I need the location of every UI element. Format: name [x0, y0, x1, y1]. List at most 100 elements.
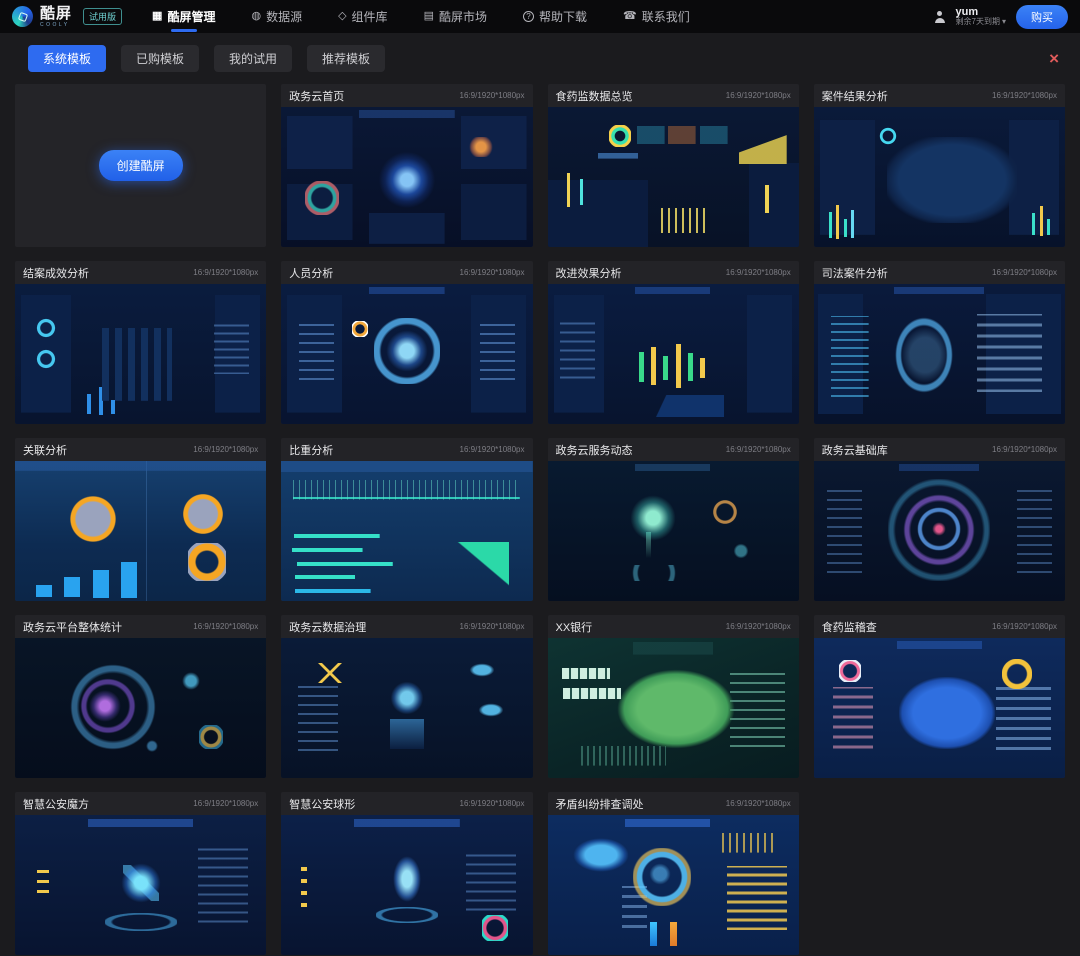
template-size: 16:9/1920*1080px	[726, 445, 791, 454]
template-size: 16:9/1920*1080px	[726, 622, 791, 631]
template-size: 16:9/1920*1080px	[726, 91, 791, 100]
template-size: 16:9/1920*1080px	[193, 799, 258, 808]
template-title: 政务云首页	[289, 88, 344, 104]
template-title: 食药监稽查	[822, 619, 877, 635]
template-card[interactable]: XX银行 16:9/1920*1080px	[548, 615, 799, 778]
nav-item-2[interactable]: ◍ 数据源	[251, 0, 302, 33]
template-thumbnail[interactable]	[15, 815, 266, 955]
template-size: 16:9/1920*1080px	[726, 799, 791, 808]
template-title: 智慧公安魔方	[23, 796, 89, 812]
template-thumbnail[interactable]	[548, 107, 799, 247]
template-card[interactable]: 矛盾纠纷排查调处 16:9/1920*1080px	[548, 792, 799, 955]
phone-icon: ☎	[623, 11, 637, 22]
nav-item-3[interactable]: ◇ 组件库	[338, 0, 387, 33]
app-name: 酷屏	[40, 6, 72, 21]
template-card[interactable]: 食药监稽查 16:9/1920*1080px	[814, 615, 1065, 778]
nav-item-6[interactable]: ☎ 联系我们	[623, 0, 690, 33]
template-title: 关联分析	[23, 442, 67, 458]
template-title: 人员分析	[289, 265, 333, 281]
template-card[interactable]: 结案成效分析 16:9/1920*1080px	[15, 261, 266, 424]
template-thumbnail[interactable]	[15, 638, 266, 778]
template-card[interactable]: 人员分析 16:9/1920*1080px	[281, 261, 532, 424]
nav-item-1[interactable]: ▦ 酷屏管理	[152, 0, 215, 33]
template-thumbnail[interactable]	[548, 815, 799, 955]
template-size: 16:9/1920*1080px	[460, 91, 525, 100]
template-title: 政务云数据治理	[289, 619, 366, 635]
template-title: 政务云基础库	[822, 442, 888, 458]
template-thumbnail[interactable]	[548, 284, 799, 424]
template-card[interactable]: 比重分析 16:9/1920*1080px	[281, 438, 532, 601]
template-card[interactable]: 改进效果分析 16:9/1920*1080px	[548, 261, 799, 424]
create-screen-button[interactable]: 创建酷屏	[99, 150, 183, 181]
template-title: 政务云平台整体统计	[23, 619, 122, 635]
app-logo[interactable]: 酷屏 COOLY 试用版	[12, 6, 122, 28]
filter-bar: × 系统模板已购模板我的试用推荐模板	[0, 33, 1080, 78]
template-thumbnail[interactable]	[281, 461, 532, 601]
template-title: 政务云服务动态	[556, 442, 633, 458]
buy-button[interactable]: 购买	[1016, 5, 1068, 29]
user-menu[interactable]: yum 剩余7天到期 ▾	[956, 6, 1006, 27]
top-navbar: 酷屏 COOLY 试用版 ▦ 酷屏管理 ◍ 数据源 ◇ 组件库 ▤ 酷屏市场 ?…	[0, 0, 1080, 33]
template-card[interactable]: 政务云首页 16:9/1920*1080px	[281, 84, 532, 247]
template-size: 16:9/1920*1080px	[992, 445, 1057, 454]
template-card[interactable]: 政务云数据治理 16:9/1920*1080px	[281, 615, 532, 778]
template-title: 改进效果分析	[556, 265, 622, 281]
filter-tab-2[interactable]: 已购模板	[121, 45, 199, 72]
template-title: 智慧公安球形	[289, 796, 355, 812]
user-avatar-icon	[934, 11, 946, 23]
trial-version-badge: 试用版	[83, 8, 122, 25]
user-zone: yum 剩余7天到期 ▾ 购买	[934, 5, 1068, 29]
template-thumbnail[interactable]	[814, 638, 1065, 778]
template-card[interactable]: 政务云服务动态 16:9/1920*1080px	[548, 438, 799, 601]
template-card[interactable]: 食药监数据总览 16:9/1920*1080px	[548, 84, 799, 247]
market-icon: ▤	[424, 11, 434, 22]
main-nav: ▦ 酷屏管理 ◍ 数据源 ◇ 组件库 ▤ 酷屏市场 ? 帮助下载 ☎ 联系我们	[152, 0, 690, 33]
template-thumbnail[interactable]	[281, 638, 532, 778]
template-thumbnail[interactable]	[281, 815, 532, 955]
template-title: 司法案件分析	[822, 265, 888, 281]
template-card[interactable]: 案件结果分析 16:9/1920*1080px	[814, 84, 1065, 247]
template-title: 结案成效分析	[23, 265, 89, 281]
grid-icon: ▦	[152, 11, 162, 22]
template-thumbnail[interactable]	[548, 638, 799, 778]
template-size: 16:9/1920*1080px	[460, 268, 525, 277]
template-card[interactable]: 智慧公安魔方 16:9/1920*1080px	[15, 792, 266, 955]
template-size: 16:9/1920*1080px	[460, 799, 525, 808]
help-icon: ?	[523, 11, 534, 22]
user-subtitle: 剩余7天到期	[956, 18, 1000, 27]
logo-icon	[12, 6, 33, 27]
template-card[interactable]: 政务云基础库 16:9/1920*1080px	[814, 438, 1065, 601]
template-thumbnail[interactable]	[814, 284, 1065, 424]
template-title: 案件结果分析	[822, 88, 888, 104]
template-size: 16:9/1920*1080px	[460, 622, 525, 631]
template-size: 16:9/1920*1080px	[193, 622, 258, 631]
template-thumbnail[interactable]	[15, 461, 266, 601]
template-thumbnail[interactable]	[548, 461, 799, 601]
template-card[interactable]: 政务云平台整体统计 16:9/1920*1080px	[15, 615, 266, 778]
template-size: 16:9/1920*1080px	[460, 445, 525, 454]
database-icon: ◍	[251, 11, 261, 22]
template-thumbnail[interactable]	[814, 107, 1065, 247]
template-size: 16:9/1920*1080px	[992, 91, 1057, 100]
template-title: 比重分析	[289, 442, 333, 458]
template-size: 16:9/1920*1080px	[992, 622, 1057, 631]
nav-item-5[interactable]: ? 帮助下载	[523, 0, 587, 33]
nav-item-4[interactable]: ▤ 酷屏市场	[424, 0, 487, 33]
template-size: 16:9/1920*1080px	[193, 268, 258, 277]
template-title: 矛盾纠纷排查调处	[556, 796, 644, 812]
filter-tab-3[interactable]: 我的试用	[214, 45, 292, 72]
template-card[interactable]: 智慧公安球形 16:9/1920*1080px	[281, 792, 532, 955]
template-card[interactable]: 司法案件分析 16:9/1920*1080px	[814, 261, 1065, 424]
components-icon: ◇	[338, 11, 346, 22]
template-card[interactable]: 关联分析 16:9/1920*1080px	[15, 438, 266, 601]
template-thumbnail[interactable]	[15, 284, 266, 424]
template-thumbnail[interactable]	[814, 461, 1065, 601]
template-title: XX银行	[556, 619, 593, 635]
template-size: 16:9/1920*1080px	[193, 445, 258, 454]
template-thumbnail[interactable]	[281, 284, 532, 424]
filter-tab-4[interactable]: 推荐模板	[307, 45, 385, 72]
template-thumbnail[interactable]	[281, 107, 532, 247]
app-name-sub: COOLY	[40, 23, 72, 28]
close-icon[interactable]: ×	[1043, 50, 1065, 67]
filter-tab-1[interactable]: 系统模板	[28, 45, 106, 72]
